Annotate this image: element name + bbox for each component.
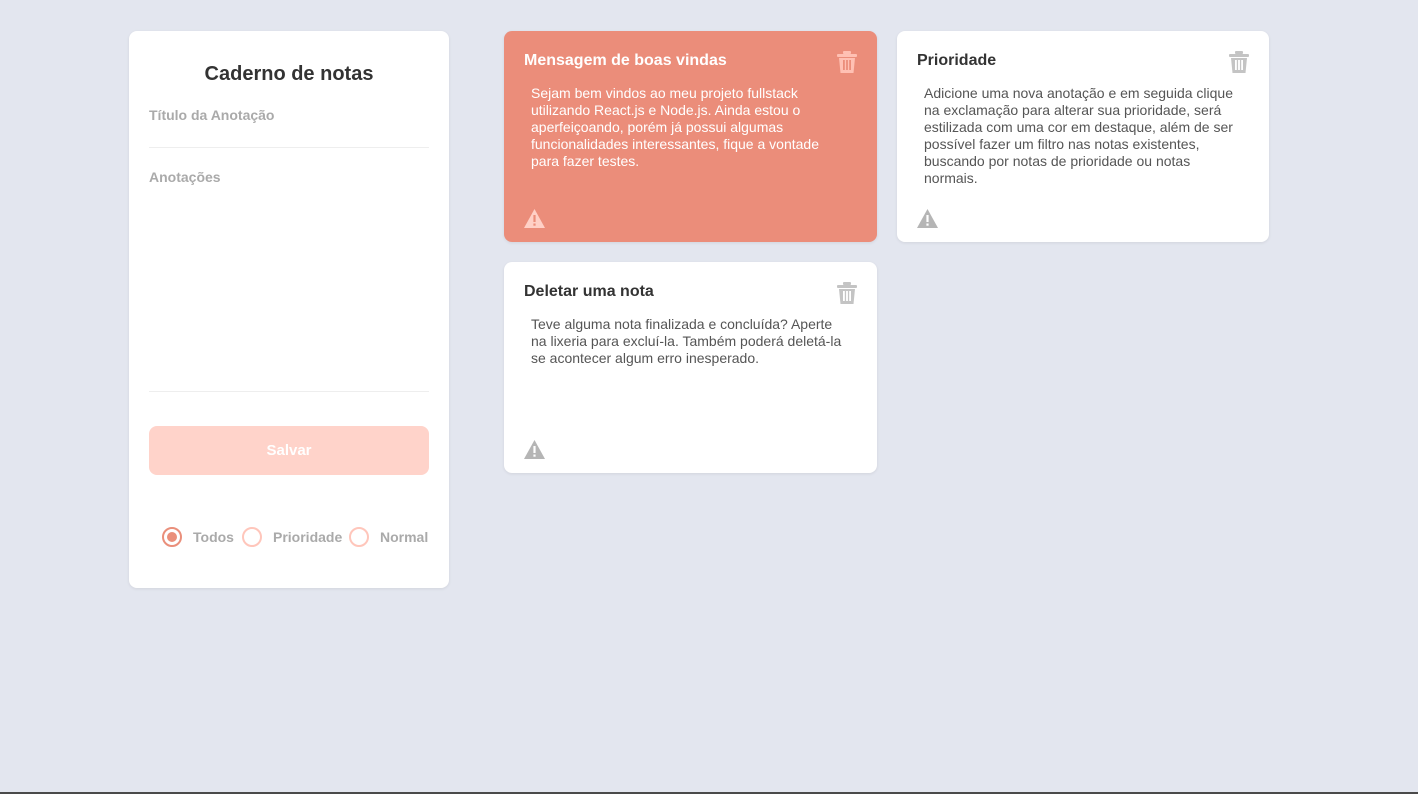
note-title: Deletar uma nota [524, 283, 654, 300]
filter-all-radio[interactable]: Todos [162, 527, 234, 547]
note-body: Sejam bem vindos ao meu projeto fullstac… [531, 85, 819, 169]
note-card: Deletar uma nota Teve alguma nota finali… [504, 262, 877, 473]
trash-icon[interactable] [1229, 51, 1249, 73]
note-title-label: Título da Anotação [149, 107, 275, 123]
note-content-textarea[interactable]: Anotações [149, 168, 429, 392]
warning-icon[interactable] [917, 209, 938, 228]
form-title: Caderno de notas [204, 63, 374, 85]
note-body: Teve alguma nota finalizada e concluída?… [531, 316, 842, 366]
filter-normal-label: Normal [380, 529, 429, 545]
radio-checked-icon [162, 527, 182, 547]
warning-icon[interactable] [524, 209, 545, 228]
trash-icon[interactable] [837, 51, 857, 73]
radio-unchecked-icon [242, 527, 262, 547]
filter-radio-group: Todos Prioridade Normal [129, 527, 449, 547]
radio-unchecked-icon [349, 527, 369, 547]
trash-icon[interactable] [837, 282, 857, 304]
note-form-panel: Caderno de notas Título da Anotação Anot… [129, 31, 449, 588]
warning-icon[interactable] [524, 440, 545, 459]
note-title: Prioridade [917, 52, 997, 69]
filter-normal-radio[interactable]: Normal [349, 527, 428, 547]
note-content-label: Anotações [149, 169, 221, 185]
filter-priority-radio[interactable]: Prioridade [242, 527, 342, 547]
note-card: Prioridade Adicione uma nova anotação e … [897, 31, 1269, 242]
note-title-input[interactable]: Título da Anotação [149, 106, 429, 148]
save-button[interactable]: Salvar [149, 426, 429, 475]
filter-priority-label: Prioridade [273, 529, 343, 545]
note-title: Mensagem de boas vindas [524, 52, 727, 69]
note-card: Mensagem de boas vindas Sejam bem vindos… [504, 31, 877, 242]
note-body: Adicione uma nova anotação e em seguida … [924, 85, 1233, 186]
filter-all-label: Todos [193, 529, 234, 545]
